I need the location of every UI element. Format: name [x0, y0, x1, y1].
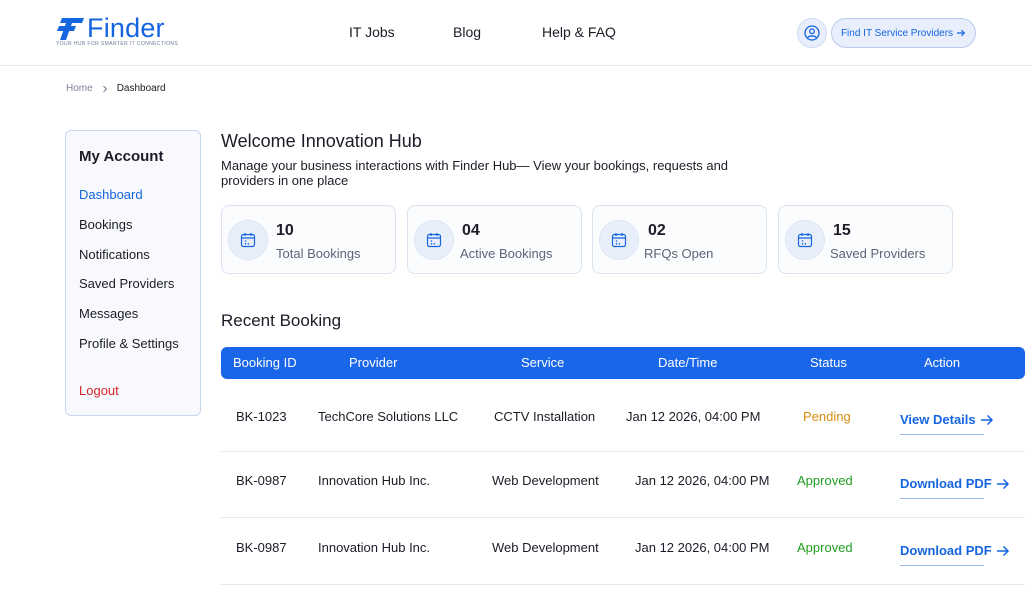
view-details-link[interactable]: View Details: [900, 412, 994, 435]
sidebar-item-notifications[interactable]: Notifications: [79, 247, 150, 262]
table-row: BK-0987 Innovation Hub Inc. Web Developm…: [221, 519, 1025, 585]
booking-service: Web Development: [492, 473, 599, 488]
calendar-icon: [228, 220, 268, 260]
booking-id: BK-1023: [236, 409, 287, 424]
user-profile-button[interactable]: [797, 18, 827, 48]
booking-datetime: Jan 12 2026, 04:00 PM: [635, 540, 770, 555]
table-row: BK-0987 Innovation Hub Inc. Web Developm…: [221, 452, 1025, 518]
breadcrumb-current: Dashboard: [116, 83, 166, 94]
status-badge: Approved: [797, 540, 853, 555]
status-badge: Approved: [797, 473, 853, 488]
calendar-icon: [414, 220, 454, 260]
stat-value: 02: [648, 222, 666, 239]
calendar-icon: [785, 220, 825, 260]
recent-booking-title: Recent Booking: [221, 311, 342, 330]
breadcrumb-home[interactable]: Home: [66, 83, 93, 94]
sidebar-item-bookings[interactable]: Bookings: [79, 217, 132, 232]
sidebar-item-profile-settings[interactable]: Profile & Settings: [79, 336, 179, 351]
table-header: Booking ID Provider Service Date/Time St…: [221, 347, 1025, 379]
stat-label: Saved Providers: [830, 246, 926, 261]
logout-link[interactable]: Logout: [79, 383, 119, 398]
status-badge: Pending: [803, 409, 851, 424]
finder-logo-icon: [57, 18, 84, 40]
stat-label: Active Bookings: [460, 246, 553, 261]
link-underline: [900, 434, 984, 435]
stat-card-total-bookings: 10 Total Bookings: [221, 205, 396, 274]
download-pdf-link[interactable]: Download PDF: [900, 476, 1010, 499]
booking-service: CCTV Installation: [494, 409, 596, 424]
welcome-title: Welcome Innovation Hub: [221, 131, 422, 151]
arrow-right-icon: [996, 478, 1009, 489]
action-label: Download PDF: [900, 543, 992, 558]
action-label: View Details: [900, 412, 976, 427]
nav-blog[interactable]: Blog: [453, 24, 481, 40]
user-icon: [804, 25, 820, 41]
sidebar-item-dashboard[interactable]: Dashboard: [79, 187, 143, 202]
nav-it-jobs[interactable]: IT Jobs: [349, 24, 395, 40]
booking-id: BK-0987: [236, 540, 287, 555]
stat-card-active-bookings: 04 Active Bookings: [407, 205, 582, 274]
column-datetime: Date/Time: [658, 355, 718, 370]
column-status: Status: [810, 355, 847, 370]
stat-label: Total Bookings: [276, 246, 361, 261]
action-label: Download PDF: [900, 476, 992, 491]
arrow-right-icon: [996, 545, 1009, 556]
sidebar-item-saved-providers[interactable]: Saved Providers: [79, 276, 174, 291]
welcome-description: Manage your business interactions with F…: [221, 158, 729, 188]
nav-help-faq[interactable]: Help & FAQ: [542, 24, 616, 40]
column-provider: Provider: [349, 355, 398, 370]
logo-text: Finder: [87, 13, 165, 43]
stat-label: RFQs Open: [644, 246, 714, 261]
table-row: BK-1023 TechCore Solutions LLC CCTV Inst…: [221, 386, 1025, 452]
finder-logo[interactable]: Finder YOUR HUB FOR SMARTER IT CONNECTIO…: [56, 13, 179, 50]
find-providers-button[interactable]: Find IT Service Providers: [831, 18, 976, 48]
booking-service: Web Development: [492, 540, 599, 555]
column-action: Action: [924, 355, 961, 370]
stat-card-rfqs-open: 02 RFQs Open: [592, 205, 767, 274]
booking-provider: TechCore Solutions LLC: [318, 409, 459, 424]
arrow-right-icon: [980, 414, 993, 425]
stat-value: 15: [833, 222, 851, 239]
stat-card-saved-providers: 15 Saved Providers: [778, 205, 953, 274]
booking-datetime: Jan 12 2026, 04:00 PM: [626, 409, 761, 424]
top-header: Finder YOUR HUB FOR SMARTER IT CONNECTIO…: [0, 0, 1032, 66]
account-sidebar: My Account Dashboard Bookings Notificati…: [65, 130, 201, 416]
logo-tagline: YOUR HUB FOR SMARTER IT CONNECTIONS: [56, 41, 179, 47]
booking-provider: Innovation Hub Inc.: [318, 473, 431, 488]
stat-value: 10: [276, 222, 294, 239]
booking-id: BK-0987: [236, 473, 287, 488]
link-underline: [900, 565, 984, 566]
link-underline: [900, 498, 984, 499]
stat-value: 04: [462, 222, 480, 239]
arrow-right-icon: [957, 29, 966, 37]
chevron-right-icon: [102, 85, 107, 92]
booking-provider: Innovation Hub Inc.: [318, 540, 431, 555]
breadcrumb: Home Dashboard: [66, 83, 166, 94]
booking-datetime: Jan 12 2026, 04:00 PM: [635, 473, 770, 488]
download-pdf-link[interactable]: Download PDF: [900, 543, 1010, 566]
find-providers-label: Find IT Service Providers: [840, 27, 954, 39]
column-booking-id: Booking ID: [233, 355, 297, 370]
sidebar-item-messages[interactable]: Messages: [79, 306, 138, 321]
sidebar-title: My Account: [79, 148, 164, 165]
calendar-icon: [599, 220, 639, 260]
column-service: Service: [521, 355, 565, 370]
